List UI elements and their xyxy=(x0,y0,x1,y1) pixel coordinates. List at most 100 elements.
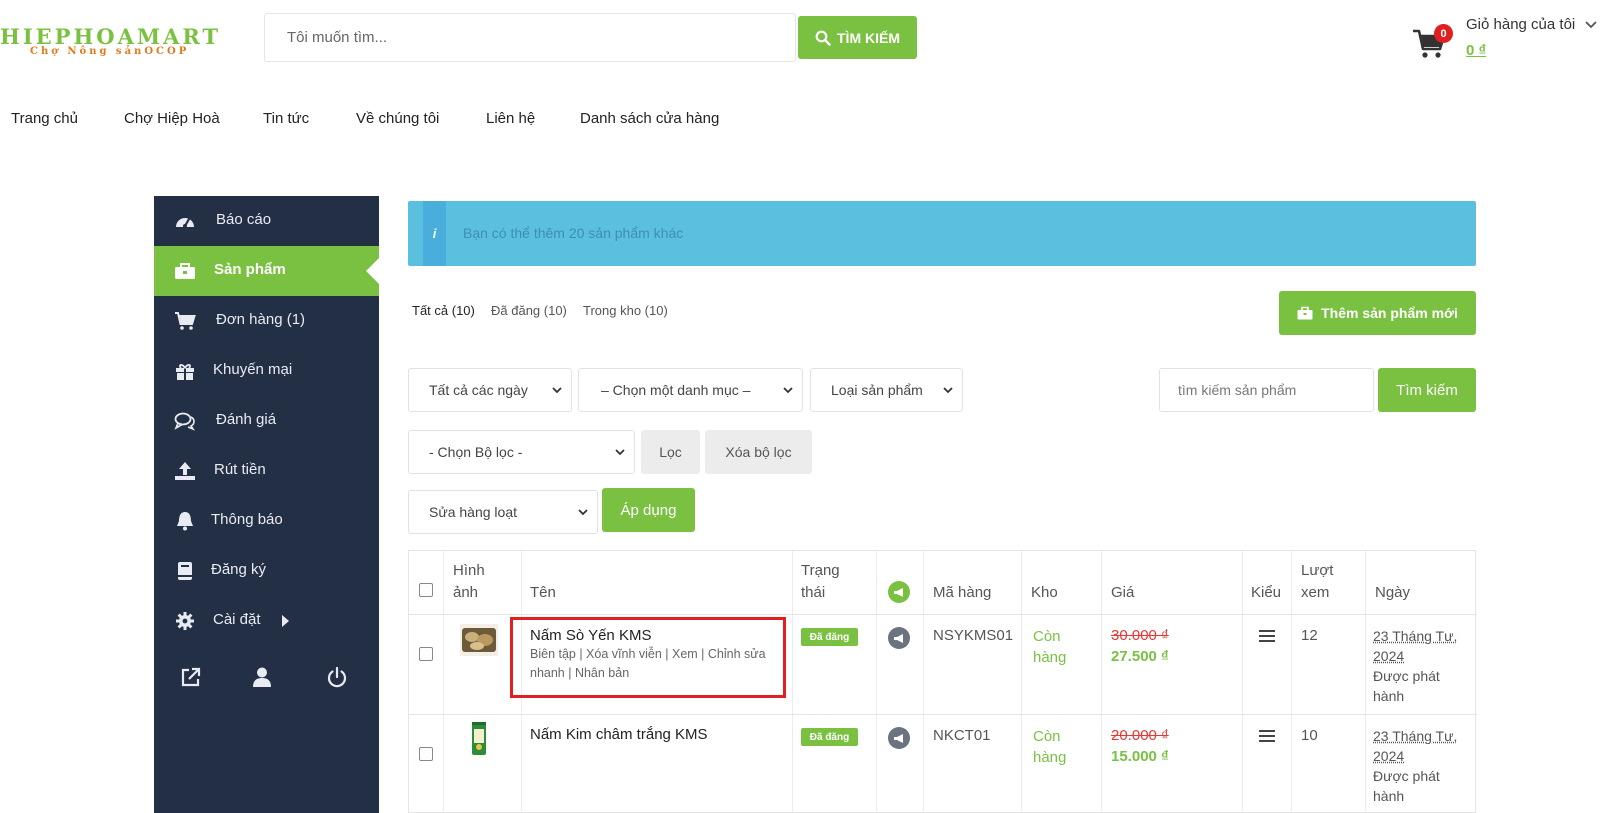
logo-tagline: Chợ Nông sảnOCOP xyxy=(30,46,190,57)
menu-icon xyxy=(1259,629,1275,643)
view-count: 12 xyxy=(1301,627,1318,644)
cart-total: 0 ₫ xyxy=(1466,42,1487,59)
dashboard-icon xyxy=(174,211,196,231)
nav-item-about[interactable]: Về chúng tôi xyxy=(356,110,439,127)
stock-status: Còn hàng xyxy=(1033,628,1067,666)
clear-filter-button[interactable]: Xóa bộ lọc xyxy=(705,430,812,474)
megaphone-icon[interactable] xyxy=(888,627,910,649)
status-badge: Đã đăng xyxy=(801,628,858,646)
date-filter-select[interactable]: Tất cả các ngày xyxy=(408,368,572,412)
caret-right-icon xyxy=(282,615,289,627)
product-thumbnail[interactable] xyxy=(460,624,498,656)
sidebar-item-reports[interactable]: Báo cáo xyxy=(154,196,379,246)
book-icon xyxy=(174,561,196,581)
price-sale: 15.000 ₫ xyxy=(1111,748,1169,765)
bell-icon xyxy=(174,511,196,531)
price-regular: 30.000 ₫ xyxy=(1111,627,1169,644)
sidebar-item-label: Thông báo xyxy=(211,511,283,528)
bulk-edit-select[interactable]: Sửa hàng loạt xyxy=(408,490,598,534)
tab-in-stock[interactable]: Trong kho (10) xyxy=(583,303,668,318)
saved-filter-select[interactable]: - Chọn Bộ lọc - xyxy=(408,430,635,474)
user-icon[interactable] xyxy=(251,666,275,690)
product-search-placeholder: tìm kiếm sản phẩm xyxy=(1178,382,1297,398)
row-checkbox[interactable] xyxy=(419,647,433,661)
product-sku: NKCT01 xyxy=(933,727,991,744)
tab-published[interactable]: Đã đăng (10) xyxy=(491,303,567,318)
view-count: 10 xyxy=(1301,727,1318,744)
chevron-down-icon xyxy=(614,445,626,457)
apply-button[interactable]: Áp dụng xyxy=(602,488,695,532)
sidebar-item-reviews[interactable]: Đánh giá xyxy=(154,396,379,446)
nav-item-hiep-hoa-market[interactable]: Chợ Hiệp Hoà xyxy=(124,110,220,127)
sidebar-item-label: Báo cáo xyxy=(216,211,272,228)
chevron-down-icon xyxy=(551,383,563,395)
product-sku: NSYKMS01 xyxy=(933,627,1014,644)
chevron-down-icon[interactable] xyxy=(1585,18,1597,33)
cart-title[interactable]: Giỏ hàng của tôi xyxy=(1466,16,1575,33)
tab-all[interactable]: Tất cả (10) xyxy=(412,303,475,318)
product-name-link[interactable]: Nấm Kim châm trắng KMS xyxy=(530,726,708,743)
sidebar-item-label: Đăng ký xyxy=(211,561,267,578)
info-icon: i xyxy=(423,201,446,266)
price-regular: 20.000 ₫ xyxy=(1111,727,1169,744)
status-badge: Đã đăng xyxy=(801,728,858,746)
row-checkbox[interactable] xyxy=(419,747,433,761)
nav-item-home[interactable]: Trang chủ xyxy=(11,110,78,127)
filter-button[interactable]: Lọc xyxy=(641,430,700,474)
cart-icon xyxy=(174,311,196,331)
sidebar-item-register[interactable]: Đăng ký xyxy=(154,546,379,596)
select-all-checkbox[interactable] xyxy=(419,583,433,597)
chat-icon xyxy=(174,411,196,431)
power-icon[interactable] xyxy=(326,666,350,690)
product-thumbnail[interactable] xyxy=(460,721,498,757)
product-search-input[interactable]: tìm kiếm sản phẩm xyxy=(1159,368,1374,412)
publish-date: 23 Tháng Tư, 2024 Được phát hành xyxy=(1373,728,1458,804)
gift-icon xyxy=(174,361,196,381)
sidebar-item-notifications[interactable]: Thông báo xyxy=(154,496,379,546)
header-search-button-label: TÌM KIẾM xyxy=(837,29,900,46)
product-type-select[interactable]: Loại sản phẩm xyxy=(810,368,963,412)
sidebar-item-label: Đánh giá xyxy=(216,411,277,428)
site-logo[interactable]: HIEPHOAMART Chợ Nông sảnOCOP xyxy=(0,24,230,64)
select-value: Tất cả các ngày xyxy=(429,382,528,398)
site-header: HIEPHOAMART Chợ Nông sảnOCOP Tôi muốn tì… xyxy=(0,0,1600,76)
table-row: Nấm Kim châm trắng KMS Đã đăng NKCT01 Cò… xyxy=(409,715,1477,813)
gear-icon xyxy=(174,611,196,631)
products-table: Hình ảnh Tên Trạng thái Mã hàng Kho Giá … xyxy=(408,550,1477,813)
main-nav: Trang chủ Chợ Hiệp Hoà Tin tức Về chúng … xyxy=(0,100,1600,140)
info-alert: i Bạn có thể thêm 20 sản phẩm khác xyxy=(408,201,1476,266)
sidebar-item-withdraw[interactable]: Rút tiền xyxy=(154,446,379,496)
select-value: Sửa hàng loạt xyxy=(429,504,517,520)
sidebar-item-label: Đơn hàng (1) xyxy=(216,311,306,328)
sidebar-item-label: Cài đặt xyxy=(213,611,261,628)
sidebar-item-promotions[interactable]: Khuyến mại xyxy=(154,346,379,396)
nav-item-stores[interactable]: Danh sách cửa hàng xyxy=(580,110,719,127)
price-sale: 27.500 ₫ xyxy=(1111,648,1169,665)
stock-status: Còn hàng xyxy=(1033,728,1067,766)
sidebar-item-label: Khuyến mại xyxy=(213,361,293,378)
header-search-input[interactable]: Tôi muốn tìm... xyxy=(264,13,796,62)
nav-item-contact[interactable]: Liên hệ xyxy=(486,110,535,127)
chevron-down-icon xyxy=(577,505,589,517)
sidebar-item-products[interactable]: Sản phẩm xyxy=(154,246,379,296)
briefcase-icon xyxy=(1297,306,1313,320)
external-link-icon[interactable] xyxy=(180,666,204,690)
sidebar-item-settings[interactable]: Cài đặt xyxy=(154,596,379,646)
megaphone-icon[interactable] xyxy=(888,727,910,749)
category-filter-select[interactable]: – Chọn một danh mục – xyxy=(578,368,803,412)
header-search-button[interactable]: TÌM KIẾM xyxy=(798,16,917,59)
briefcase-icon xyxy=(174,261,196,281)
sidebar-item-label: Rút tiền xyxy=(214,461,266,478)
select-value: Loại sản phẩm xyxy=(831,382,923,398)
chevron-down-icon xyxy=(942,383,954,395)
megaphone-icon xyxy=(888,581,910,603)
sidebar-item-orders[interactable]: Đơn hàng (1) xyxy=(154,296,379,346)
cart-button[interactable]: 0 xyxy=(1412,24,1453,64)
cart-count-badge: 0 xyxy=(1434,24,1453,43)
menu-icon xyxy=(1259,729,1275,743)
nav-item-news[interactable]: Tin tức xyxy=(263,110,309,127)
add-product-button[interactable]: Thêm sản phẩm mới xyxy=(1279,291,1476,335)
product-search-button[interactable]: Tìm kiếm xyxy=(1378,368,1476,412)
dashboard-sidebar: Báo cáo Sản phẩm Đơn hàng (1) Khuyến mại… xyxy=(154,196,379,813)
add-product-label: Thêm sản phẩm mới xyxy=(1321,305,1458,321)
